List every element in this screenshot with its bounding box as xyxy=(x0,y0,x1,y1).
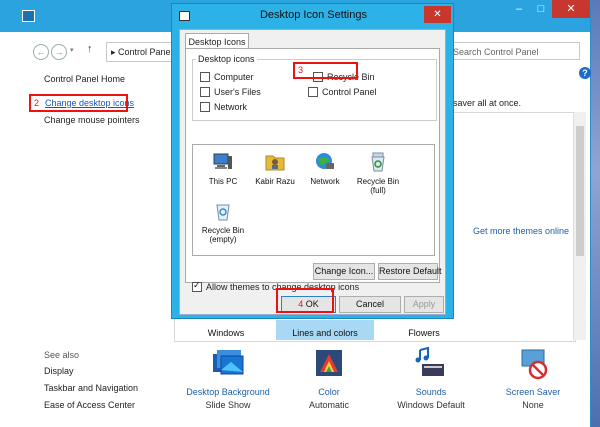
item-subtitle: Automatic xyxy=(308,400,350,410)
screen-saver-item[interactable]: Screen Saver None xyxy=(483,346,583,410)
screen-saver-icon xyxy=(516,346,550,380)
breadcrumb: Control Panel xyxy=(118,47,173,57)
item-title: Color xyxy=(318,387,340,397)
theme-lines-and-colors[interactable]: Lines and colors xyxy=(276,320,374,340)
sounds-item[interactable]: Sounds Windows Default xyxy=(381,346,481,410)
step-3-highlight: 3 xyxy=(293,62,358,79)
restore-default-button[interactable]: Restore Default xyxy=(378,263,442,280)
item-title: Sounds xyxy=(415,387,447,397)
dialog-close-button[interactable]: ✕ xyxy=(424,6,451,23)
change-desktop-icons-link[interactable]: Change desktop icons xyxy=(45,98,134,108)
item-subtitle: Windows Default xyxy=(397,400,465,410)
control-panel-home-link[interactable]: Control Panel Home xyxy=(44,74,174,84)
icon-this-pc[interactable]: This PC xyxy=(195,151,251,186)
cancel-button[interactable]: Cancel xyxy=(339,296,401,313)
users-files-checkbox[interactable]: User's Files xyxy=(200,87,261,97)
icon-label: Recycle Bin (empty) xyxy=(201,226,245,244)
item-title: Desktop Background xyxy=(186,387,270,397)
checkbox-box[interactable] xyxy=(192,280,202,292)
user-folder-icon xyxy=(264,151,286,173)
icon-network[interactable]: Network xyxy=(297,151,353,186)
step-number: 3 xyxy=(298,65,304,75)
item-title: Screen Saver xyxy=(505,387,561,397)
help-icon[interactable]: ? xyxy=(579,67,591,79)
icon-label: This PC xyxy=(208,177,238,186)
address-bar[interactable]: ▸ Control Panel xyxy=(106,42,181,62)
checkbox-label: Control Panel xyxy=(322,87,377,97)
icon-label: Kabir Razu xyxy=(255,177,295,186)
forward-arrow-icon[interactable]: → xyxy=(51,44,67,60)
color-item[interactable]: Color Automatic xyxy=(279,346,379,410)
step-number: 2 xyxy=(34,98,40,108)
sounds-icon xyxy=(414,346,448,380)
step-2-highlight: 2 Change desktop icons xyxy=(29,94,134,112)
theme-windows[interactable]: Windows xyxy=(176,320,276,340)
checkbox-box[interactable] xyxy=(200,72,210,82)
left-pane: Control Panel Home xyxy=(44,74,174,93)
see-also-links: Display Taskbar and Navigation Ease of A… xyxy=(44,366,138,417)
item-subtitle: None xyxy=(522,400,544,410)
tab-panel: Desktop icons Computer User's Files Netw… xyxy=(185,48,442,283)
see-also-heading: See also xyxy=(44,350,80,360)
network-checkbox[interactable]: Network xyxy=(200,102,247,112)
recycle-bin-full-icon xyxy=(367,151,389,173)
description-text: saver all at once. xyxy=(453,98,522,108)
breadcrumb-chevron-icon: ▸ xyxy=(111,47,119,57)
desktop-icon-settings-dialog: Desktop Icon Settings ✕ Desktop Icons De… xyxy=(171,3,454,319)
window-controls: – □ ✕ xyxy=(508,0,590,20)
recycle-bin-empty-icon xyxy=(212,200,234,222)
back-arrow-icon[interactable]: ← xyxy=(33,44,49,60)
control-panel-icon xyxy=(22,10,35,22)
color-palette-icon xyxy=(312,346,346,380)
icon-label: Network xyxy=(310,177,340,186)
recent-dropdown-icon[interactable]: ▾ xyxy=(70,46,74,54)
apply-button[interactable]: Apply xyxy=(404,296,444,313)
theme-list: Windows Lines and colors Flowers xyxy=(176,320,572,340)
change-mouse-pointers-link[interactable]: Change mouse pointers xyxy=(44,115,140,125)
maximize-icon[interactable]: □ xyxy=(530,0,552,18)
checkbox-label: User's Files xyxy=(214,87,261,97)
computer-icon xyxy=(212,151,234,173)
checkbox-box[interactable] xyxy=(200,102,210,112)
search-input[interactable]: Search Control Panel xyxy=(448,42,580,60)
computer-checkbox[interactable]: Computer xyxy=(200,72,254,82)
checkbox-label: Computer xyxy=(214,72,254,82)
network-globe-icon xyxy=(314,151,336,173)
step-4-highlight xyxy=(276,288,334,313)
desktop-background-item[interactable]: Desktop Background Slide Show xyxy=(178,346,278,410)
change-icon-button[interactable]: Change Icon... xyxy=(313,263,375,280)
close-window-button[interactable]: ✕ xyxy=(552,0,590,18)
theme-flowers[interactable]: Flowers xyxy=(374,320,474,340)
checkbox-box[interactable] xyxy=(200,87,210,97)
checkbox-label: Network xyxy=(214,102,248,112)
scrollbar-thumb[interactable] xyxy=(576,126,584,256)
minimize-icon[interactable]: – xyxy=(508,0,530,18)
scrollbar[interactable] xyxy=(573,112,586,340)
desktop-icon-list: This PC Kabir Razu Network Recycle Bin (… xyxy=(192,144,435,256)
item-subtitle: Slide Show xyxy=(205,400,251,410)
icon-recycle-bin-full[interactable]: Recycle Bin (full) xyxy=(350,151,406,195)
checkbox-box[interactable] xyxy=(308,87,318,97)
dialog-title: Desktop Icon Settings xyxy=(259,9,367,21)
ease-of-access-link[interactable]: Ease of Access Center xyxy=(44,400,138,410)
display-link[interactable]: Display xyxy=(44,366,138,376)
group-label: Desktop icons xyxy=(196,54,257,64)
up-arrow-icon[interactable]: ↑ xyxy=(87,43,93,55)
icon-user-files[interactable]: Kabir Razu xyxy=(247,151,303,186)
desktop-background-icon xyxy=(211,346,245,380)
icon-label: Recycle Bin (full) xyxy=(356,177,400,195)
taskbar-navigation-link[interactable]: Taskbar and Navigation xyxy=(44,383,138,393)
control-panel-checkbox[interactable]: Control Panel xyxy=(308,87,377,97)
icon-recycle-bin-empty[interactable]: Recycle Bin (empty) xyxy=(195,200,251,244)
get-more-themes-link[interactable]: Get more themes online xyxy=(473,226,569,236)
